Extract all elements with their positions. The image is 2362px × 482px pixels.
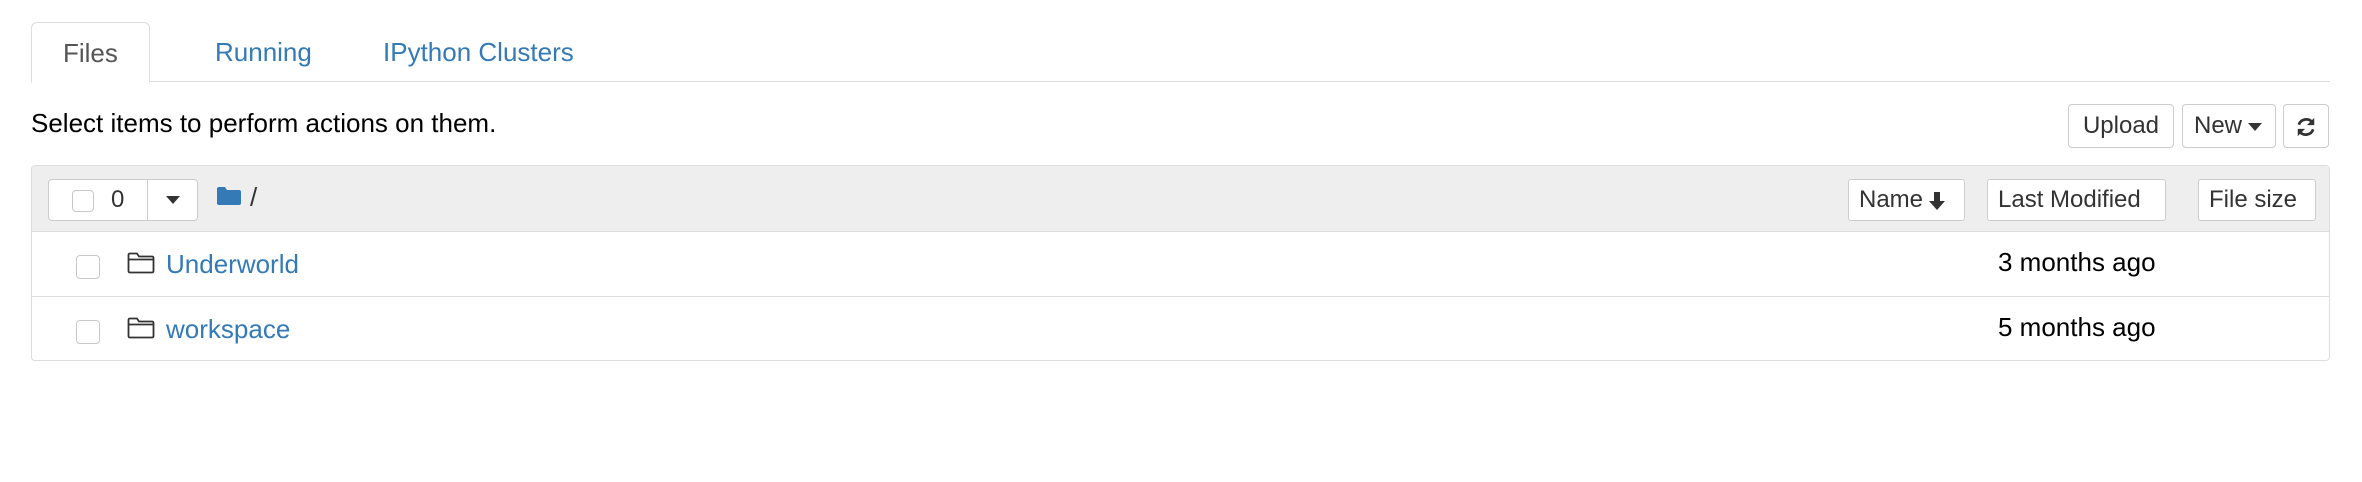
item-name-link[interactable]: workspace	[166, 313, 290, 345]
tab-ipython-clusters[interactable]: IPython Clusters	[352, 22, 605, 82]
sort-by-file-size-button[interactable]: File size	[2198, 179, 2316, 221]
instructions-text: Select items to perform actions on them.	[31, 108, 497, 138]
select-all-checkbox[interactable]	[72, 190, 94, 212]
item-last-modified: 5 months ago	[1998, 312, 2156, 342]
sort-by-name-button[interactable]: Name	[1848, 179, 1965, 221]
list-item[interactable]: Underworld 3 months ago	[32, 232, 2329, 296]
breadcrumb-root[interactable]: /	[250, 182, 257, 212]
new-dropdown-button[interactable]: New	[2182, 104, 2276, 148]
tab-files[interactable]: Files	[31, 22, 150, 83]
new-button-label: New	[2194, 112, 2243, 139]
caret-down-icon	[166, 195, 180, 204]
item-checkbox[interactable]	[76, 255, 100, 279]
folder-icon[interactable]	[217, 187, 241, 205]
selected-count: 0	[111, 186, 125, 213]
refresh-icon	[2297, 117, 2315, 136]
select-all-group[interactable]: 0	[48, 179, 198, 221]
tab-running[interactable]: Running	[184, 22, 343, 82]
refresh-button[interactable]	[2283, 104, 2329, 148]
arrow-down-icon	[1929, 191, 1946, 210]
sort-name-label: Name	[1859, 186, 1924, 213]
file-list-panel: 0 / Name Last Modified File size Underwo…	[31, 165, 2330, 361]
item-name-link[interactable]: Underworld	[166, 248, 299, 280]
upload-button[interactable]: Upload	[2068, 104, 2174, 148]
caret-down-icon	[2248, 122, 2263, 131]
item-last-modified: 3 months ago	[1998, 247, 2156, 277]
sort-by-last-modified-button[interactable]: Last Modified	[1987, 179, 2166, 221]
folder-outline-icon	[127, 317, 155, 339]
item-checkbox[interactable]	[76, 320, 100, 344]
list-item[interactable]: workspace 5 months ago	[32, 296, 2329, 360]
folder-outline-icon	[127, 252, 155, 274]
tab-bar: Files Running IPython Clusters	[31, 22, 2330, 83]
select-menu-dropdown[interactable]	[148, 180, 198, 220]
file-list-header: 0 / Name Last Modified File size	[32, 166, 2329, 232]
